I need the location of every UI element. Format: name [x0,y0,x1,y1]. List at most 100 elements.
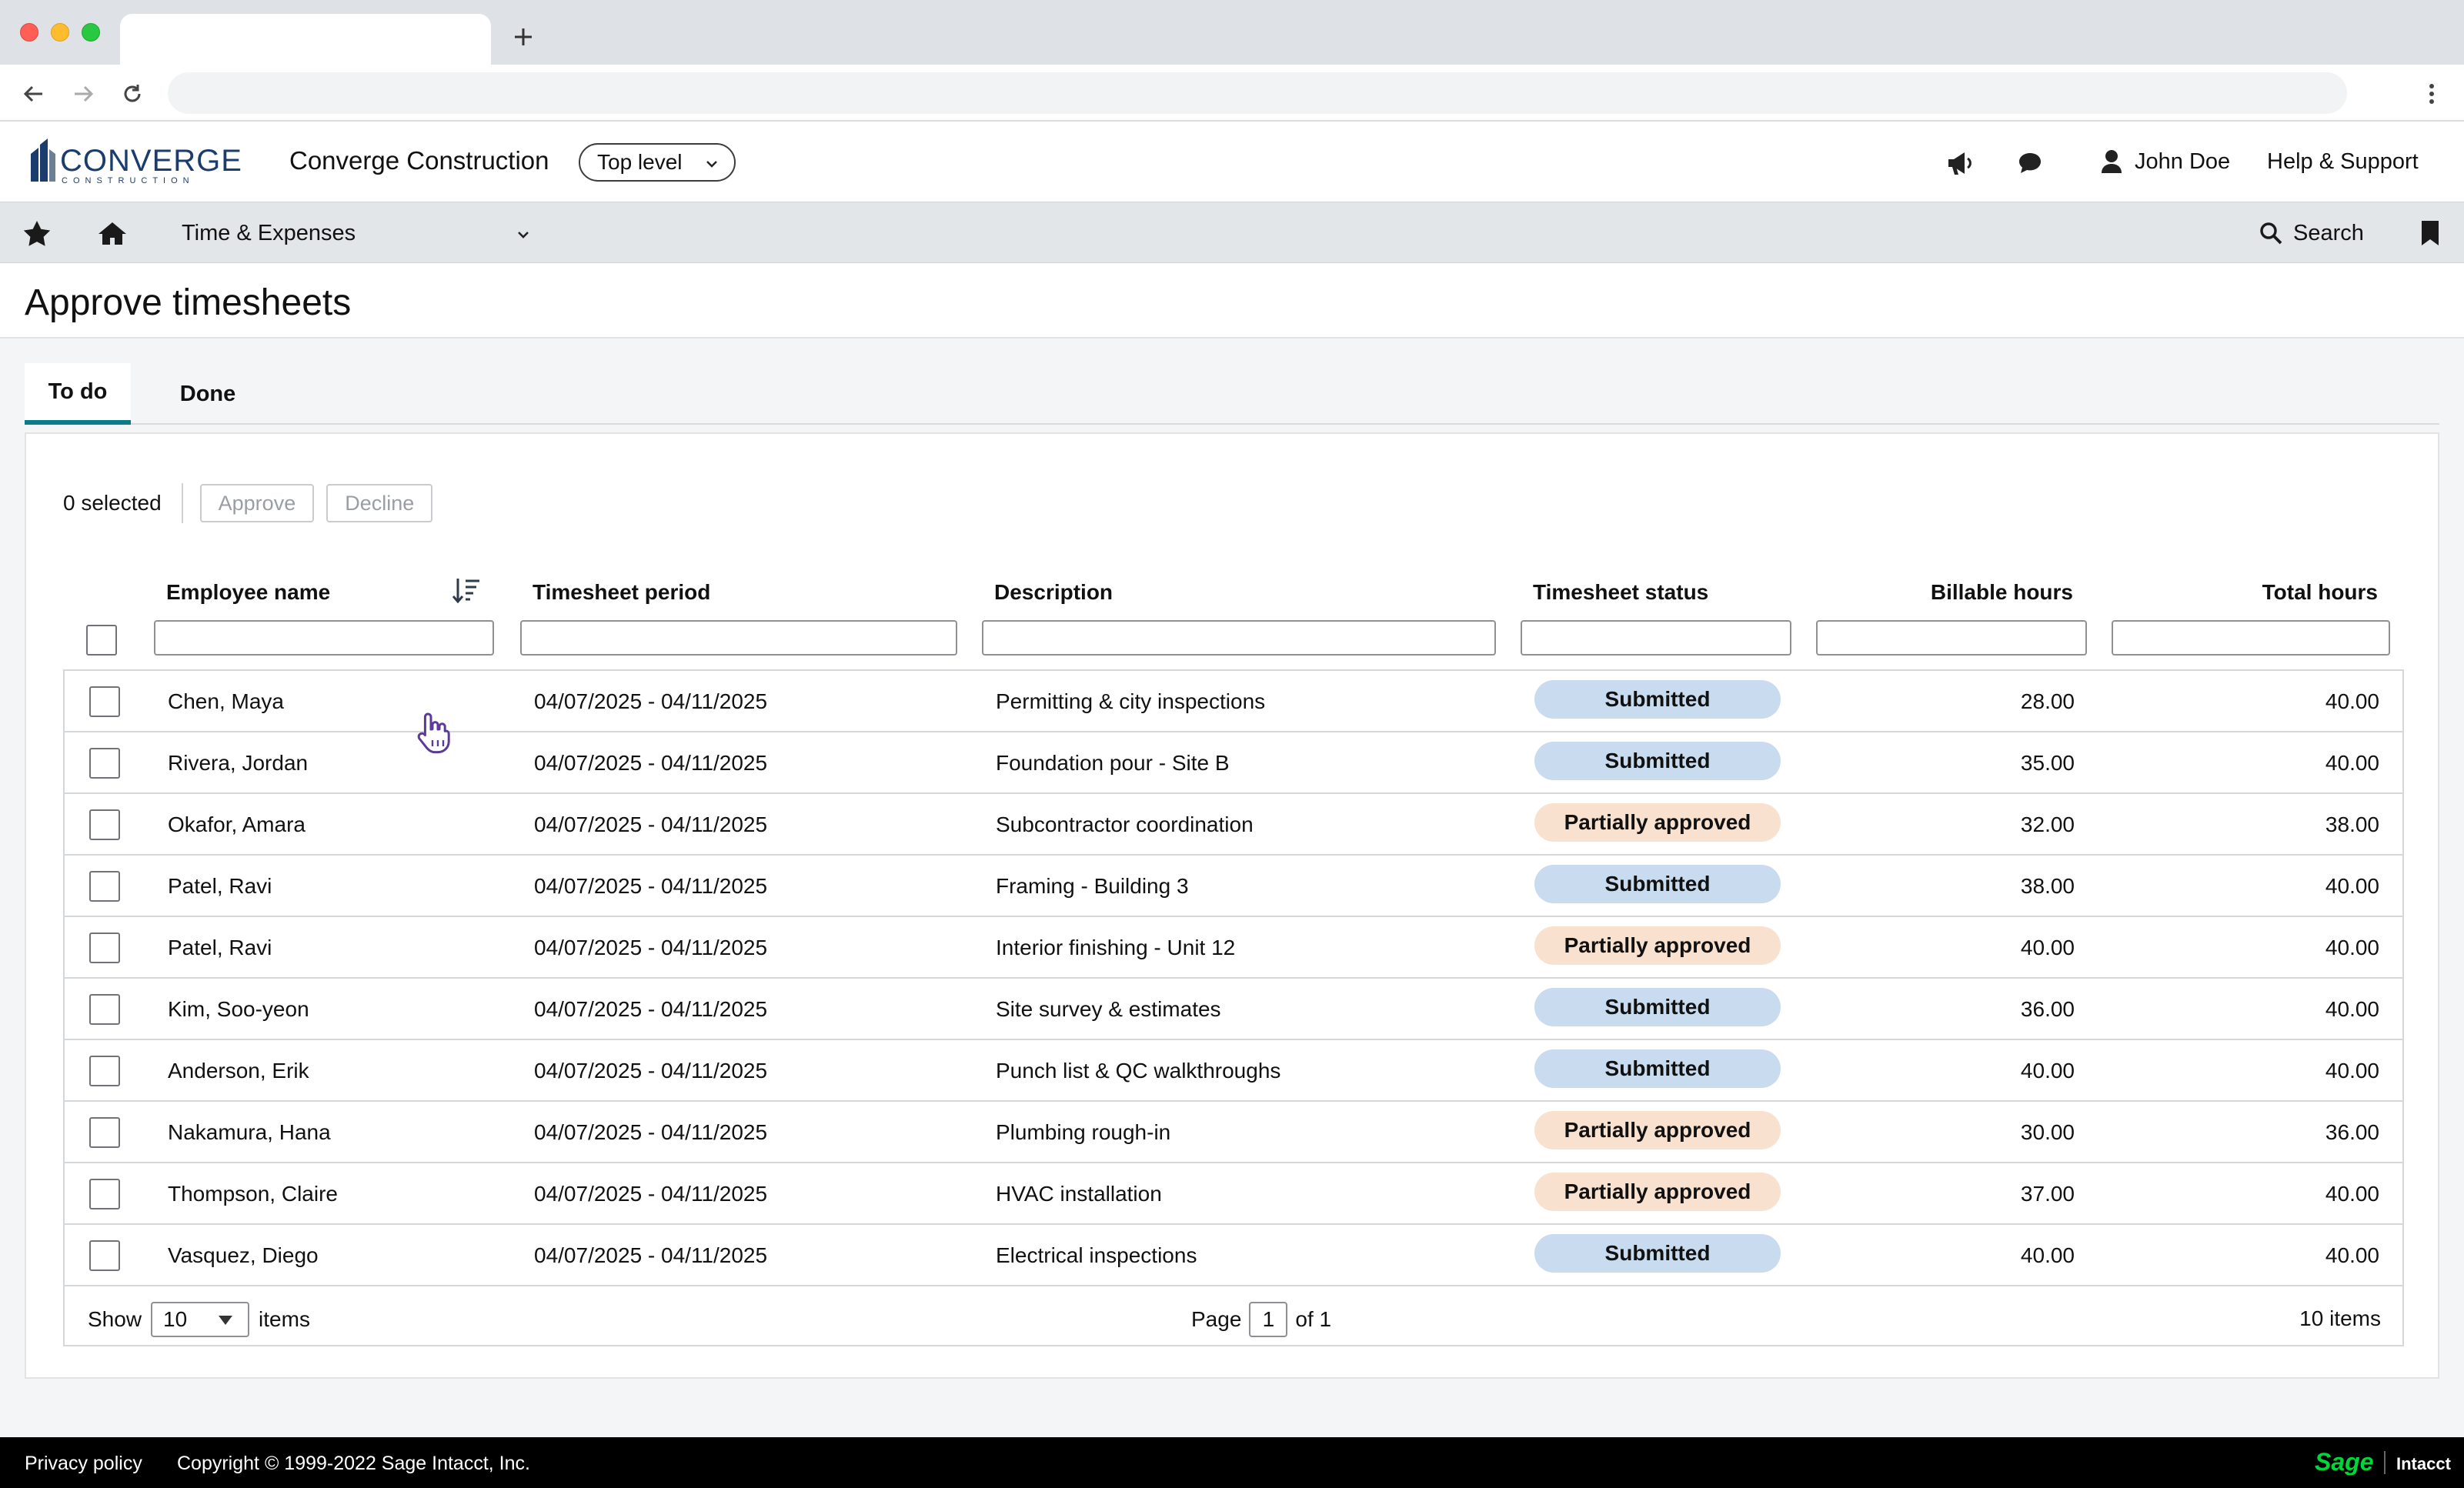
table-row[interactable]: Anderson, Erik 04/07/2025 - 04/11/2025 Pun… [65,1040,2402,1102]
row-checkbox[interactable] [89,994,120,1025]
browser-tabstrip [0,0,2464,65]
favorites-button[interactable] [20,216,54,250]
module-name[interactable]: Time & Expenses [182,221,356,246]
svg-text:CONSTRUCTION: CONSTRUCTION [62,176,195,185]
search-icon [2260,222,2282,245]
arrow-right-icon [75,85,94,102]
page-title: Approve timesheets [25,282,352,323]
new-tab-button[interactable] [508,22,539,52]
header-timesheet-period[interactable]: Timesheet period [533,580,710,605]
header-description[interactable]: Description [994,580,1113,605]
row-checkbox[interactable] [89,748,120,779]
table-row[interactable]: Vasquez, Diego 04/07/2025 - 04/11/2025 Ele… [65,1225,2402,1286]
status-badge: Submitted [1534,680,1781,719]
address-bar[interactable] [168,72,2347,114]
header-employee-name[interactable]: Employee name [166,580,330,605]
cell-timesheet-period: 04/07/2025 - 04/11/2025 [534,874,768,898]
row-checkbox[interactable] [89,933,120,963]
page-number-input[interactable]: 1 [1249,1302,1288,1337]
table-row[interactable]: Kim, Soo-yeon 04/07/2025 - 04/11/2025 Site… [65,979,2402,1040]
megaphone-icon [1948,152,1972,175]
tab-to-do[interactable]: To do [25,363,131,425]
description-filter-input[interactable] [982,620,1496,656]
messages-button[interactable] [2013,146,2047,180]
page-size-select[interactable]: 10 [151,1302,250,1337]
table-row[interactable]: Nakamura, Hana 04/07/2025 - 04/11/2025 Plu… [65,1102,2402,1163]
cell-description: Punch list & QC walkthroughs [996,1059,1281,1083]
browser-tab[interactable] [120,14,491,65]
cell-timesheet-period: 04/07/2025 - 04/11/2025 [534,1059,768,1083]
total-filter-input[interactable] [2112,620,2390,656]
cell-description: Permitting & city inspections [996,689,1266,713]
table-row[interactable]: Patel, Ravi 04/07/2025 - 04/11/2025 Framin… [65,856,2402,917]
module-dropdown-button[interactable] [511,222,536,247]
browser-menu-button[interactable] [2416,78,2447,109]
select-all-checkbox[interactable] [86,625,117,656]
search-button[interactable]: Search [2259,218,2364,249]
home-button[interactable] [95,216,129,250]
window-close-button[interactable] [20,23,38,42]
cell-employee-name: Kim, Soo-yeon [168,997,309,1021]
timesheets-card: 0 selected Approve Decline Employee name… [25,432,2439,1379]
caret-down-icon [219,1316,233,1325]
cell-total-hours: 40.00 [2325,689,2379,713]
employee-filter-input[interactable] [154,620,494,656]
cell-timesheet-period: 04/07/2025 - 04/11/2025 [534,936,768,959]
cell-description: Framing - Building 3 [996,874,1189,898]
table-row[interactable]: Okafor, Amara 04/07/2025 - 04/11/2025 Subc… [65,794,2402,856]
row-checkbox[interactable] [89,1117,120,1148]
bookmark-button[interactable] [2413,216,2447,250]
back-button[interactable] [18,78,49,109]
table-row[interactable]: Thompson, Claire 04/07/2025 - 04/11/2025 H… [65,1163,2402,1225]
user-menu[interactable]: John Doe [2101,145,2230,178]
hand-pointer-cursor-icon [417,712,450,754]
row-checkbox[interactable] [89,871,120,902]
forward-button[interactable] [68,78,98,109]
tab-done[interactable]: Done [140,363,275,425]
period-filter-input[interactable] [520,620,957,656]
cell-description: Electrical inspections [996,1243,1197,1267]
window-minimize-button[interactable] [51,23,69,42]
reload-button[interactable] [117,78,148,109]
page-footer: Privacy policy Copyright © 1999-2022 Sag… [0,1437,2464,1488]
selection-toolbar: 0 selected Approve Decline [63,482,433,525]
cell-timesheet-period: 04/07/2025 - 04/11/2025 [534,751,768,775]
cell-total-hours: 40.00 [2325,1182,2379,1206]
table-row[interactable]: Patel, Ravi 04/07/2025 - 04/11/2025 Interi… [65,917,2402,979]
cell-employee-name: Rivera, Jordan [168,751,309,775]
window-maximize-button[interactable] [82,23,100,42]
converge-logo[interactable]: CONVERGE CONSTRUCTION [28,137,266,186]
sort-button[interactable] [449,574,483,608]
cell-description: Interior finishing - Unit 12 [996,936,1236,959]
cell-employee-name: Patel, Ravi [168,874,272,898]
cell-billable-hours: 40.00 [2020,936,2075,959]
header-total-hours[interactable]: Total hours [2119,580,2378,605]
row-checkbox[interactable] [89,809,120,840]
decline-button[interactable]: Decline [326,484,433,522]
cell-timesheet-period: 04/07/2025 - 04/11/2025 [534,1120,768,1144]
cell-timesheet-period: 04/07/2025 - 04/11/2025 [534,997,768,1021]
cell-billable-hours: 28.00 [2020,689,2075,713]
cell-employee-name: Thompson, Claire [168,1182,338,1206]
chevron-down-icon [518,232,529,239]
billable-filter-input[interactable] [1816,620,2087,656]
cell-employee-name: Nakamura, Hana [168,1120,331,1144]
status-badge: Submitted [1534,742,1781,780]
cell-total-hours: 40.00 [2325,936,2379,959]
plus-icon [515,28,532,45]
announcements-button[interactable] [1942,146,1976,180]
help-support-link[interactable]: Help & Support [2267,149,2419,175]
row-checkbox[interactable] [89,1179,120,1209]
status-badge: Submitted [1534,865,1781,903]
header-timesheet-status[interactable]: Timesheet status [1533,580,1708,605]
row-checkbox[interactable] [89,1240,120,1271]
bookmark-icon [2422,221,2439,245]
header-billable-hours[interactable]: Billable hours [1811,580,2073,605]
row-checkbox[interactable] [89,1056,120,1086]
status-filter-input[interactable] [1521,620,1791,656]
approve-button[interactable]: Approve [199,484,315,522]
privacy-policy-link[interactable]: Privacy policy [25,1453,142,1475]
row-checkbox[interactable] [89,686,120,717]
entity-level-dropdown[interactable]: Top level [579,143,736,182]
kebab-menu-icon [2429,84,2434,104]
